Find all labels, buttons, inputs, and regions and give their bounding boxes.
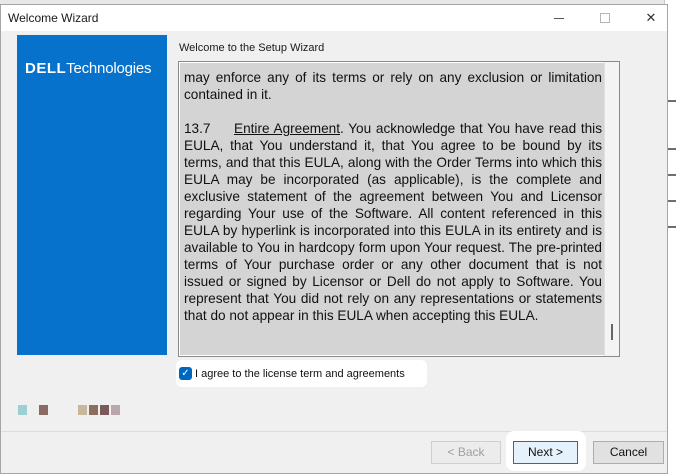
next-button[interactable]: Next > [513,441,578,464]
title-bar[interactable]: Welcome Wizard ✕ [1,5,667,31]
eula-textbox[interactable]: may enforce any of its terms or rely on … [178,61,620,357]
eula-text: may enforce any of its terms or rely on … [184,69,602,341]
color-swatch [100,405,109,415]
eula-scrollbar-thumb[interactable] [611,324,613,340]
maximize-button[interactable] [582,5,628,31]
window-title: Welcome Wizard [8,11,99,25]
eula-content: may enforce any of its terms or rely on … [179,62,604,356]
color-swatch [39,405,48,415]
eula-section-title: Entire Agreement [234,121,340,136]
welcome-wizard-window: Welcome Wizard ✕ DELLTechnologies Welcom… [0,4,668,474]
agree-label[interactable]: I agree to the license term and agreemen… [195,368,405,380]
back-button[interactable]: < Back [431,441,501,464]
eula-paragraph: may enforce any of its terms or rely on … [184,70,602,102]
minimize-icon [554,17,564,19]
minimize-button[interactable] [536,5,582,31]
color-swatch [78,405,87,415]
eula-paragraph: 13.7 Entire Agreement. You acknowledge t… [184,120,602,324]
cancel-button[interactable]: Cancel [593,441,664,464]
logo-technologies: Technologies [66,60,152,77]
color-swatch [18,405,27,415]
close-icon: ✕ [645,10,657,26]
close-button[interactable]: ✕ [628,5,674,31]
agree-checkbox[interactable]: ✓ [179,367,192,380]
eula-scrollbar[interactable] [604,62,619,356]
color-swatch [111,405,120,415]
logo-dell: DELL [25,60,67,77]
dell-technologies-logo: DELLTechnologies [25,60,152,77]
eula-section-body: . You acknowledge that You have read thi… [184,121,602,323]
color-swatch [89,405,98,415]
agree-checkbox-row[interactable]: ✓ I agree to the license term and agreem… [176,360,427,387]
maximize-icon [600,13,610,23]
brand-panel: DELLTechnologies [17,35,167,355]
wizard-heading: Welcome to the Setup Wizard [179,42,325,54]
eula-section-number: 13.7 [184,121,211,136]
